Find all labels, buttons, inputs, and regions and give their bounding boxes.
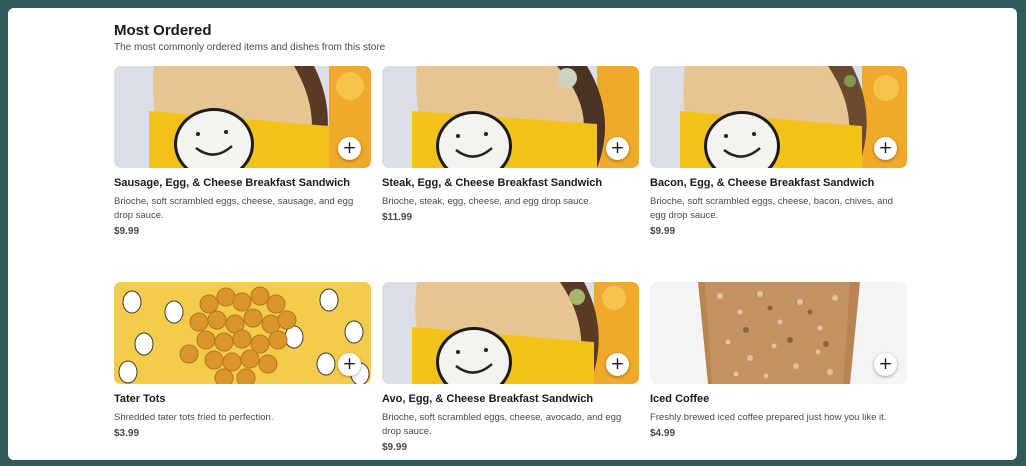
- plus-icon: +: [610, 138, 625, 158]
- item-price: $4.99: [650, 428, 676, 439]
- item-price: $3.99: [114, 428, 140, 439]
- sandwich-photo: +: [114, 66, 371, 168]
- sandwich-photo: +: [382, 282, 639, 384]
- menu-item-card[interactable]: + Avo, Egg, & Cheese Breakfast Sandwich …: [382, 282, 640, 453]
- item-price: $9.99: [650, 226, 676, 237]
- plus-icon: +: [342, 138, 357, 158]
- add-item-button[interactable]: +: [874, 137, 897, 160]
- item-name: Sausage, Egg, & Cheese Breakfast Sandwic…: [114, 177, 350, 189]
- section-subtitle: The most commonly ordered items and dish…: [114, 42, 386, 53]
- add-item-button[interactable]: +: [874, 353, 897, 376]
- item-price: $9.99: [382, 442, 408, 453]
- item-name: Bacon, Egg, & Cheese Breakfast Sandwich: [650, 177, 875, 189]
- add-item-button[interactable]: +: [606, 353, 629, 376]
- plus-icon: +: [610, 354, 625, 374]
- plus-icon: +: [878, 138, 893, 158]
- item-name: Iced Coffee: [650, 393, 710, 405]
- item-description: Brioche, soft scrambled eggs, cheese, av…: [382, 412, 622, 437]
- item-description: Shredded tater tots fried to perfection.: [114, 412, 274, 423]
- add-item-button[interactable]: +: [338, 353, 361, 376]
- menu-panel: Most Ordered The most commonly ordered i…: [8, 8, 1017, 460]
- plus-icon: +: [878, 354, 893, 374]
- item-description: Brioche, steak, egg, cheese, and egg dro…: [382, 196, 592, 207]
- menu-item-card[interactable]: + Iced Coffee Freshly brewed iced coffee…: [650, 282, 908, 439]
- sandwich-photo: +: [382, 66, 639, 168]
- add-item-button[interactable]: +: [338, 137, 361, 160]
- item-price: $11.99: [382, 212, 413, 223]
- item-description: Brioche, soft scrambled eggs, cheese, ba…: [650, 196, 893, 221]
- sandwich-photo: +: [650, 66, 907, 168]
- item-name: Steak, Egg, & Cheese Breakfast Sandwich: [382, 177, 603, 189]
- item-name: Avo, Egg, & Cheese Breakfast Sandwich: [382, 393, 594, 405]
- item-description: Freshly brewed iced coffee prepared just…: [650, 412, 887, 423]
- section-title: Most Ordered: [114, 22, 212, 39]
- menu-item-card[interactable]: + Steak, Egg, & Cheese Breakfast Sandwic…: [382, 66, 640, 223]
- item-description: Brioche, soft scrambled eggs, cheese, sa…: [114, 196, 354, 221]
- tater-tots-photo: +: [114, 282, 371, 384]
- iced-coffee-photo: +: [650, 282, 907, 384]
- menu-item-card[interactable]: + Sausage, Egg, & Cheese Breakfast Sandw…: [114, 66, 372, 237]
- item-name: Tater Tots: [114, 393, 166, 405]
- menu-item-card[interactable]: + Bacon, Egg, & Cheese Breakfast Sandwic…: [650, 66, 908, 237]
- menu-item-card[interactable]: + Tater Tots Shredded tater tots fried t…: [114, 282, 372, 439]
- item-price: $9.99: [114, 226, 140, 237]
- plus-icon: +: [342, 354, 357, 374]
- add-item-button[interactable]: +: [606, 137, 629, 160]
